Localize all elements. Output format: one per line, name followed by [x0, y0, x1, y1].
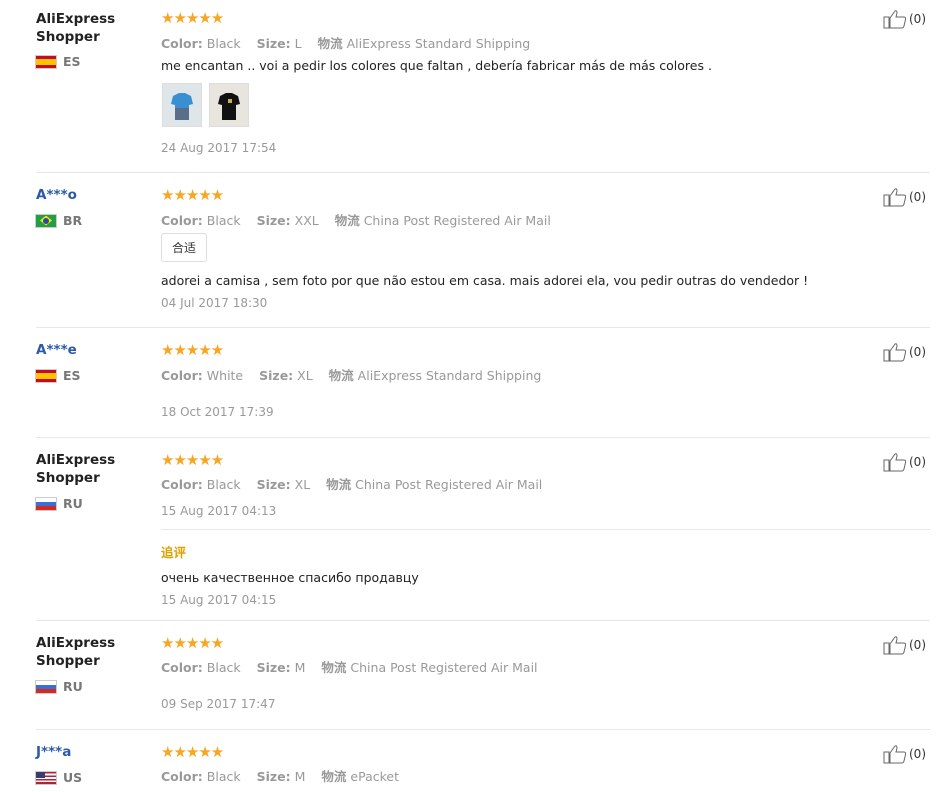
like-button[interactable]: (0)	[883, 9, 926, 29]
order-attributes: Color: Black Size: M 物流 China Post Regis…	[161, 660, 538, 675]
thumbs-up-icon	[883, 745, 907, 764]
russia-flag-icon	[36, 497, 56, 510]
star-rating: ★★★★★	[161, 341, 224, 359]
star-rating: ★★★★★	[161, 451, 224, 469]
review-date: 09 Sep 2017 17:47	[161, 697, 276, 711]
review-item: AliExpress Shopper ES ★★★★★ Color: Black…	[0, 0, 930, 173]
star-rating: ★★★★★	[161, 9, 224, 27]
review-date: 04 Jul 2017 18:30	[161, 296, 268, 310]
reviewer-country: ES	[36, 368, 81, 383]
review-photo-thumbnail[interactable]	[209, 83, 249, 127]
review-text: me encantan .. voi a pedir los colores q…	[161, 58, 712, 73]
like-button[interactable]: (0)	[883, 342, 926, 362]
review-text: adorei a camisa , sem foto por que não e…	[161, 273, 809, 288]
review-date: 18 Oct 2017 17:39	[161, 405, 274, 419]
review-item: A***e ES ★★★★★ Color: White Size: XL 物流 …	[0, 328, 930, 438]
order-attributes: Color: White Size: XL 物流 AliExpress Stan…	[161, 368, 542, 383]
reviewer-name: A***o	[36, 187, 77, 203]
review-tag: 合适	[161, 233, 208, 262]
order-attributes: Color: Black Size: XXL 物流 China Post Reg…	[161, 213, 551, 228]
spain-flag-icon	[36, 369, 56, 382]
review-item: AliExpress Shopper RU ★★★★★ Color: Black…	[0, 621, 930, 730]
additional-review-text: очень качественное спасибо продавцу	[161, 570, 419, 585]
like-button[interactable]: (0)	[883, 452, 926, 472]
brazil-flag-icon	[36, 214, 56, 227]
reviewer-name: AliExpress Shopper	[36, 11, 116, 45]
reviewer-name: A***e	[36, 342, 77, 358]
russia-flag-icon	[36, 680, 56, 693]
order-attributes: Color: Black Size: L 物流 AliExpress Stand…	[161, 36, 531, 51]
star-rating: ★★★★★	[161, 186, 224, 204]
thumbs-up-icon	[883, 453, 907, 472]
review-photo-thumbnail[interactable]	[162, 83, 202, 127]
reviewer-name: J***a	[36, 744, 72, 760]
spain-flag-icon	[36, 55, 56, 68]
reviewer-country: BR	[36, 213, 82, 228]
reviewer-country: RU	[36, 496, 83, 511]
reviewer-name: AliExpress Shopper	[36, 635, 116, 669]
review-date: 15 Aug 2017 04:13	[161, 504, 277, 518]
like-button[interactable]: (0)	[883, 744, 926, 764]
additional-review-label: 追评	[161, 545, 187, 560]
like-button[interactable]: (0)	[883, 635, 926, 655]
star-rating: ★★★★★	[161, 634, 224, 652]
like-button[interactable]: (0)	[883, 187, 926, 207]
thumbs-up-icon	[883, 188, 907, 207]
reviewer-country: US	[36, 770, 82, 785]
reviewer-country: ES	[36, 54, 81, 69]
review-item: J***a US ★★★★★ Color: Black Size: M 物流 e…	[0, 730, 930, 792]
additional-review-divider	[161, 529, 930, 530]
order-attributes: Color: Black Size: M 物流 ePacket	[161, 769, 399, 784]
usa-flag-icon	[36, 771, 56, 784]
thumbs-up-icon	[883, 343, 907, 362]
additional-review-date: 15 Aug 2017 04:15	[161, 593, 277, 607]
review-date: 24 Aug 2017 17:54	[161, 141, 277, 155]
thumbs-up-icon	[883, 636, 907, 655]
review-item: A***o BR ★★★★★ Color: Black Size: XXL 物流…	[0, 173, 930, 328]
thumbs-up-icon	[883, 10, 907, 29]
review-item: AliExpress Shopper RU ★★★★★ Color: Black…	[0, 438, 930, 621]
reviewer-name: AliExpress Shopper	[36, 452, 116, 486]
order-attributes: Color: Black Size: XL 物流 China Post Regi…	[161, 477, 543, 492]
reviewer-country: RU	[36, 679, 83, 694]
star-rating: ★★★★★	[161, 743, 224, 761]
